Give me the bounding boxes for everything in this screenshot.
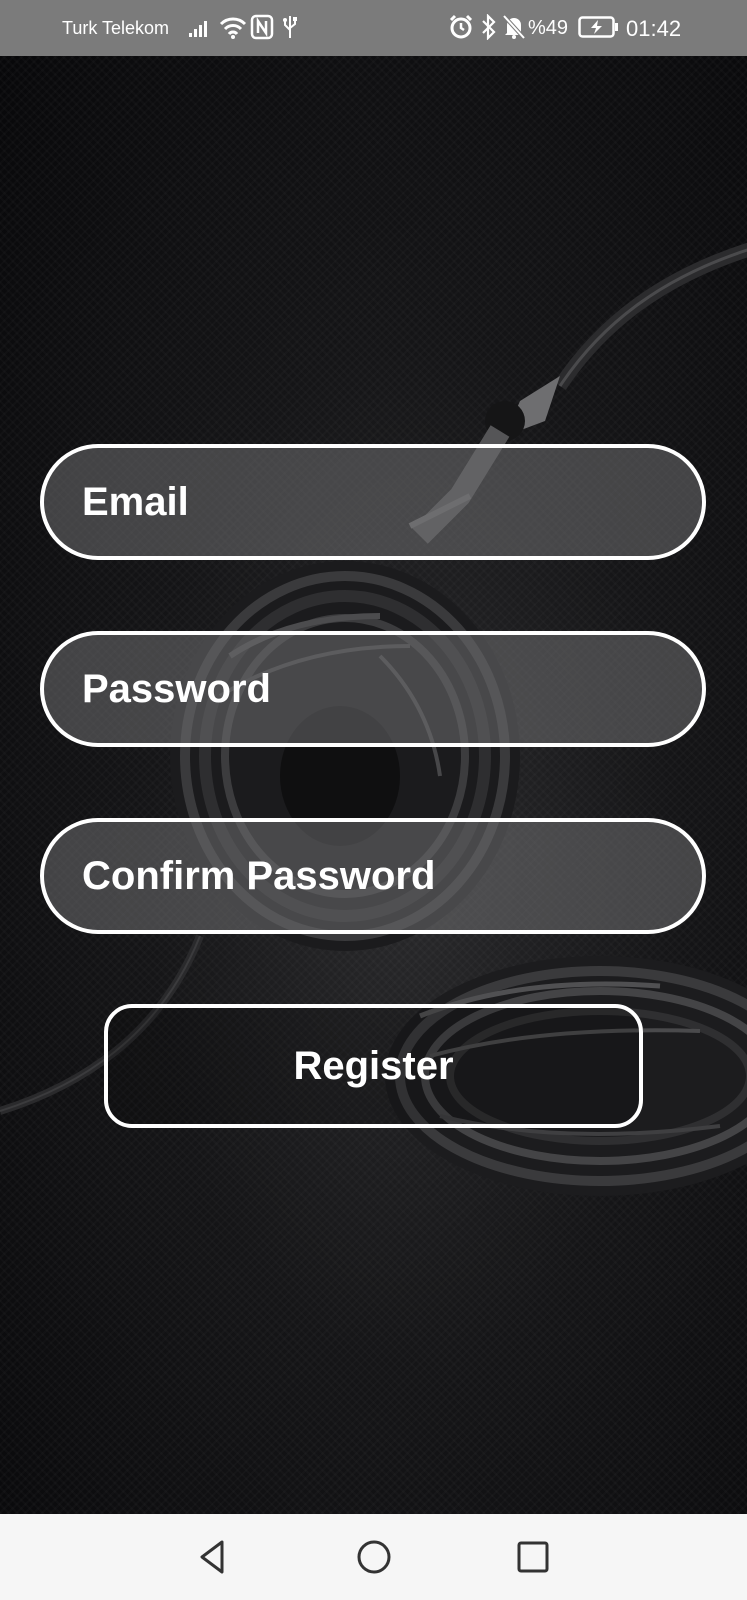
- password-input[interactable]: [82, 635, 662, 743]
- recents-icon[interactable]: [510, 1534, 556, 1580]
- usb-icon: [283, 16, 297, 38]
- email-field[interactable]: [40, 444, 706, 560]
- bluetooth-icon: [482, 14, 496, 40]
- battery-icon: [578, 16, 618, 38]
- back-icon[interactable]: [190, 1534, 236, 1580]
- password-field[interactable]: [40, 631, 706, 747]
- home-icon[interactable]: [351, 1534, 397, 1580]
- confirm-password-field[interactable]: [40, 818, 706, 934]
- mute-icon: [502, 14, 526, 40]
- confirm-password-input[interactable]: [82, 822, 662, 930]
- alarm-icon: [449, 14, 473, 39]
- background-image: [0, 56, 747, 1514]
- battery-percent: %49: [528, 17, 569, 39]
- nfc-icon: [250, 14, 274, 40]
- email-input[interactable]: [82, 448, 662, 556]
- wifi-icon: [219, 17, 247, 39]
- signal-icon: [189, 21, 207, 37]
- clock: 01:42: [626, 16, 682, 41]
- status-bar: Turk Telekom %49 01:42: [0, 0, 747, 56]
- headphones-illustration: [0, 242, 747, 1196]
- register-button[interactable]: Register: [104, 1004, 643, 1128]
- navigation-bar: [0, 1514, 747, 1600]
- carrier-name: Turk Telekom: [62, 18, 170, 38]
